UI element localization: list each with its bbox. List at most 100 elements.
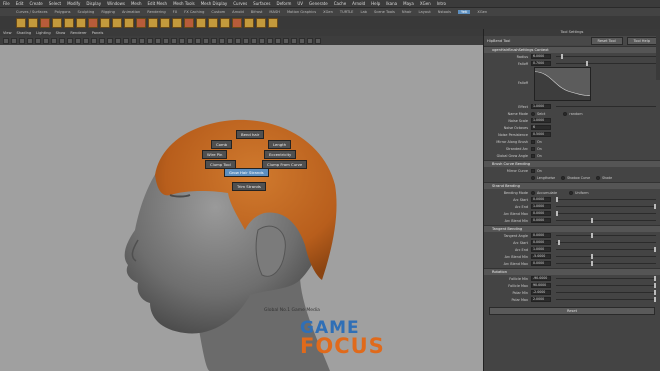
noise-persistence-field[interactable]: 0.5000 <box>531 132 551 137</box>
shelf-tab[interactable]: XGen <box>323 10 333 14</box>
viewport-tool-icon[interactable] <box>115 37 121 44</box>
slider-track[interactable] <box>556 235 656 236</box>
menu-item[interactable]: UV <box>297 1 303 6</box>
shelf-tab[interactable]: Nstools <box>438 10 451 14</box>
menu-item[interactable]: Create <box>29 1 42 6</box>
menu-item[interactable]: Mesh <box>131 1 142 6</box>
name-mode-radio-1[interactable] <box>563 111 568 116</box>
viewport-tool-icon[interactable] <box>51 37 57 44</box>
viewport-tool-icon[interactable] <box>155 37 161 44</box>
shelf-tool-icon[interactable] <box>256 17 266 28</box>
slider-track[interactable] <box>556 213 656 214</box>
viewport-tool-icon[interactable] <box>35 37 41 44</box>
falloff-curve-graph[interactable] <box>534 67 591 101</box>
mm-wire-pin[interactable]: Wire Pin <box>202 150 228 159</box>
viewport-tool-icon[interactable] <box>75 37 81 44</box>
viewport-tool-icon[interactable] <box>315 37 321 44</box>
value-field[interactable]: 1.0000 <box>531 204 551 209</box>
curve-mode-radio-0[interactable] <box>531 175 535 180</box>
menu-item[interactable]: Arnold <box>352 1 365 6</box>
shelf-tab[interactable]: Animation <box>122 10 140 14</box>
slider-track[interactable] <box>556 278 656 279</box>
menu-item[interactable]: Generate <box>309 1 328 6</box>
mirror-curve-checkbox[interactable] <box>531 168 535 173</box>
slider-handle[interactable] <box>586 61 588 66</box>
shelf-tool-icon[interactable] <box>64 17 74 28</box>
slider-handle[interactable] <box>556 197 558 202</box>
menu-item[interactable]: Curves <box>233 1 247 6</box>
value-field[interactable]: 90.0000 <box>531 283 551 288</box>
viewport-tool-icon[interactable] <box>227 37 233 44</box>
mm-grow-hair[interactable]: Grow Hair Strands <box>224 168 269 177</box>
menu-item[interactable]: Ikana <box>386 1 397 6</box>
menu-item[interactable]: Mesh Tools <box>173 1 195 6</box>
shelf-tab[interactable]: Polygons <box>55 10 71 14</box>
shelf-tab[interactable]: Lab <box>360 10 367 14</box>
shelf-tool-icon[interactable] <box>208 17 218 28</box>
slider-track[interactable] <box>556 199 656 200</box>
shelf-tab[interactable]: Scene Tools <box>374 10 395 14</box>
slider-handle[interactable] <box>591 218 593 223</box>
menu-item[interactable]: XGen <box>420 1 431 6</box>
slider-handle[interactable] <box>561 54 563 59</box>
shelf-tool-icon[interactable] <box>160 17 170 28</box>
shelf-tab[interactable]: MASH <box>269 10 280 14</box>
value-field[interactable]: 1.0000 <box>531 247 551 252</box>
viewport-tool-icon[interactable] <box>219 37 225 44</box>
viewport-tool-icon[interactable] <box>131 37 137 44</box>
slider-track[interactable] <box>556 263 656 264</box>
mm-bend-hair[interactable]: Bend hair <box>236 130 265 139</box>
shelf-tool-icon[interactable] <box>220 17 230 28</box>
section-tangent[interactable]: Tangent Bending <box>484 225 660 232</box>
value-field[interactable]: 0.0000 <box>531 218 551 223</box>
viewport-tool-icon[interactable] <box>195 37 201 44</box>
section-rotation[interactable]: Rotation <box>484 268 660 275</box>
shelf-tab[interactable]: Nhair <box>402 10 412 14</box>
slider-handle[interactable] <box>654 290 656 295</box>
viewport-tool-icon[interactable] <box>139 37 145 44</box>
shelf-tool-icon[interactable] <box>124 17 134 28</box>
viewport-tool-icon[interactable] <box>19 37 25 44</box>
viewport-tool-icon[interactable] <box>187 37 193 44</box>
menu-item[interactable]: Edit Mesh <box>148 1 168 6</box>
shelf-tool-icon[interactable] <box>16 17 26 28</box>
value-field[interactable]: -2.0000 <box>531 290 551 295</box>
slider-track[interactable] <box>556 63 656 64</box>
menu-item[interactable]: Maya <box>403 1 414 6</box>
slider-track[interactable] <box>556 206 656 207</box>
value-field[interactable]: -5.0000 <box>531 254 551 259</box>
value-field[interactable]: 2.0000 <box>531 297 551 302</box>
shelf-tab[interactable]: Rendering <box>147 10 165 14</box>
panel-menu-item[interactable]: Lighting <box>36 31 51 35</box>
shelf-tab[interactable]: Curves / Surfaces <box>16 10 48 14</box>
panel-menu-item[interactable]: Show <box>56 31 66 35</box>
menu-item[interactable]: Intro <box>437 1 446 6</box>
bending-mode-radio-1[interactable] <box>569 190 574 195</box>
bending-mode-radio-0[interactable] <box>531 190 535 195</box>
viewport-tool-icon[interactable] <box>3 37 9 44</box>
tool-help-button[interactable]: Tool Help <box>626 36 657 45</box>
panel-menu-item[interactable]: View <box>3 31 12 35</box>
viewport-tool-icon[interactable] <box>99 37 105 44</box>
value-field[interactable]: 0.7000 <box>531 61 551 66</box>
viewport-tool-icon[interactable] <box>299 37 305 44</box>
mm-trim-strands[interactable]: Trim Strands <box>232 182 266 191</box>
slider-handle[interactable] <box>591 261 593 266</box>
shelf-tool-icon[interactable] <box>136 17 146 28</box>
viewport-tool-icon[interactable] <box>171 37 177 44</box>
menu-item[interactable]: Display <box>86 1 101 6</box>
panel-menu-item[interactable]: Renderer <box>70 31 86 35</box>
reset-tool-button[interactable]: Reset Tool <box>590 36 623 45</box>
menu-item[interactable]: Select <box>49 1 61 6</box>
mm-comb[interactable]: Comb <box>211 140 233 149</box>
viewport-tool-icon[interactable] <box>59 37 65 44</box>
slider-track[interactable] <box>556 56 656 57</box>
effect-field[interactable]: 1.0000 <box>531 104 551 109</box>
viewport-tool-icon[interactable] <box>11 37 17 44</box>
slider-track[interactable] <box>556 292 656 293</box>
menu-item[interactable]: Modify <box>67 1 80 6</box>
section-brush-curve[interactable]: Brush Curve Bending <box>484 160 660 167</box>
viewport-tool-icon[interactable] <box>163 37 169 44</box>
slider-handle[interactable] <box>654 247 656 252</box>
menu-item[interactable]: Mesh Display <box>201 1 228 6</box>
